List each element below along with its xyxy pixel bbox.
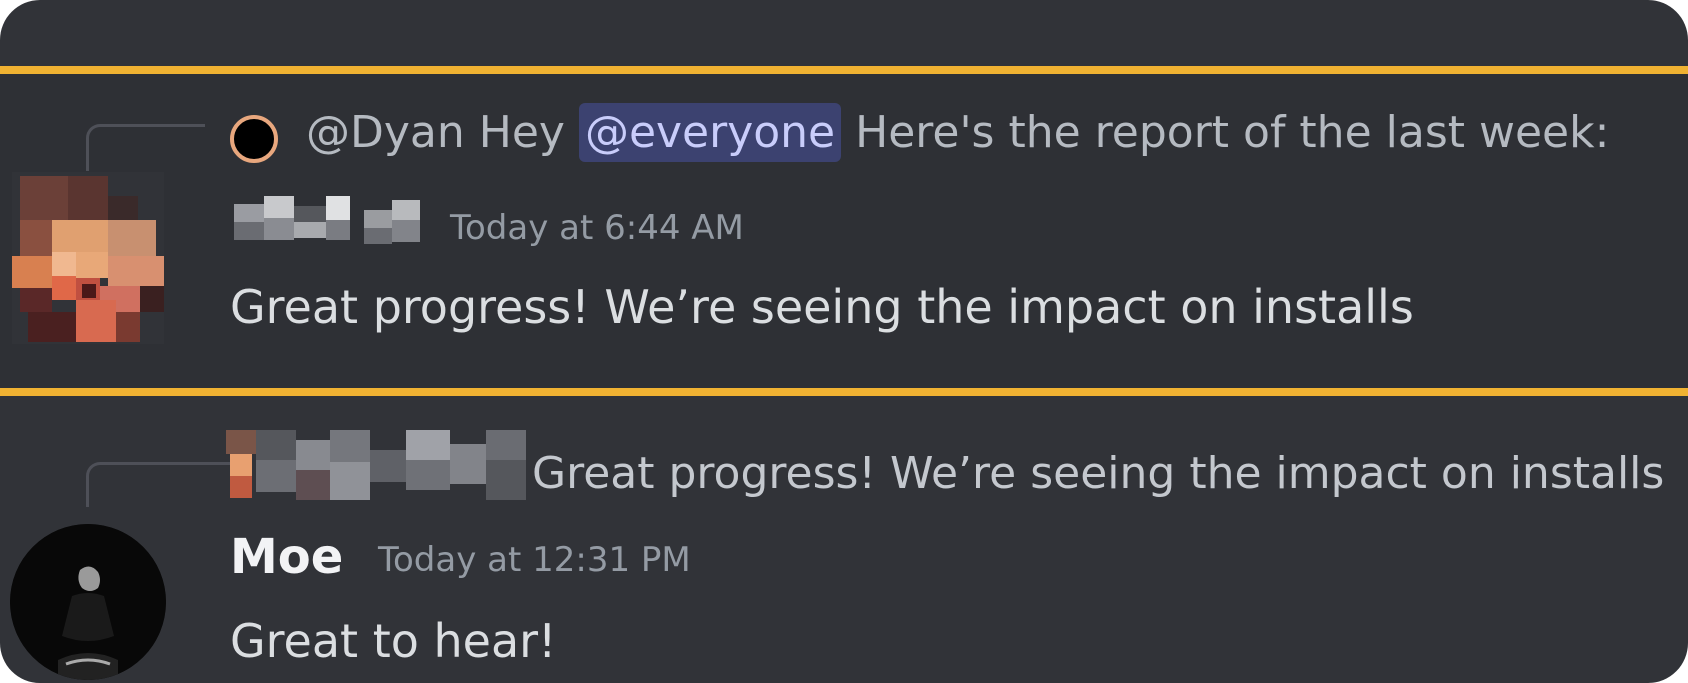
message-timestamp[interactable]: Today at 12:31 PM — [378, 538, 691, 582]
reply-connector — [86, 462, 239, 507]
message-text: Great to hear! — [230, 614, 557, 668]
reply-author-pixelated[interactable] — [226, 430, 528, 504]
avatar-pixelated[interactable] — [12, 172, 164, 344]
message-author[interactable]: Moe — [230, 528, 343, 586]
everyone-mention[interactable]: @everyone — [578, 103, 842, 162]
reply-preview-text: Here's the report of the last week: — [841, 107, 1610, 158]
chat-window: @Dyan Hey @everyone Here's the report of… — [0, 0, 1688, 683]
pixelated-avatar-image — [12, 172, 164, 344]
avatar[interactable] — [10, 524, 166, 680]
reply-preview[interactable]: @Dyan Hey @everyone Here's the report of… — [306, 103, 1610, 162]
username-pixelated[interactable] — [234, 196, 424, 248]
reply-preview-text[interactable]: Great progress! We’re seeing the impact … — [532, 446, 1664, 502]
pixelated-username-image — [234, 196, 420, 244]
highlight-bottom-border — [0, 388, 1688, 396]
message-timestamp[interactable]: Today at 6:44 AM — [450, 206, 744, 250]
message-text: Great progress! We’re seeing the impact … — [230, 280, 1414, 334]
avatar-image — [10, 524, 166, 680]
pixelated-reply-author-image — [226, 430, 526, 500]
reply-avatar[interactable] — [230, 115, 278, 163]
highlight-top-border — [0, 66, 1688, 74]
reply-connector — [86, 124, 205, 171]
reply-preview-text: @Dyan Hey — [306, 107, 579, 158]
